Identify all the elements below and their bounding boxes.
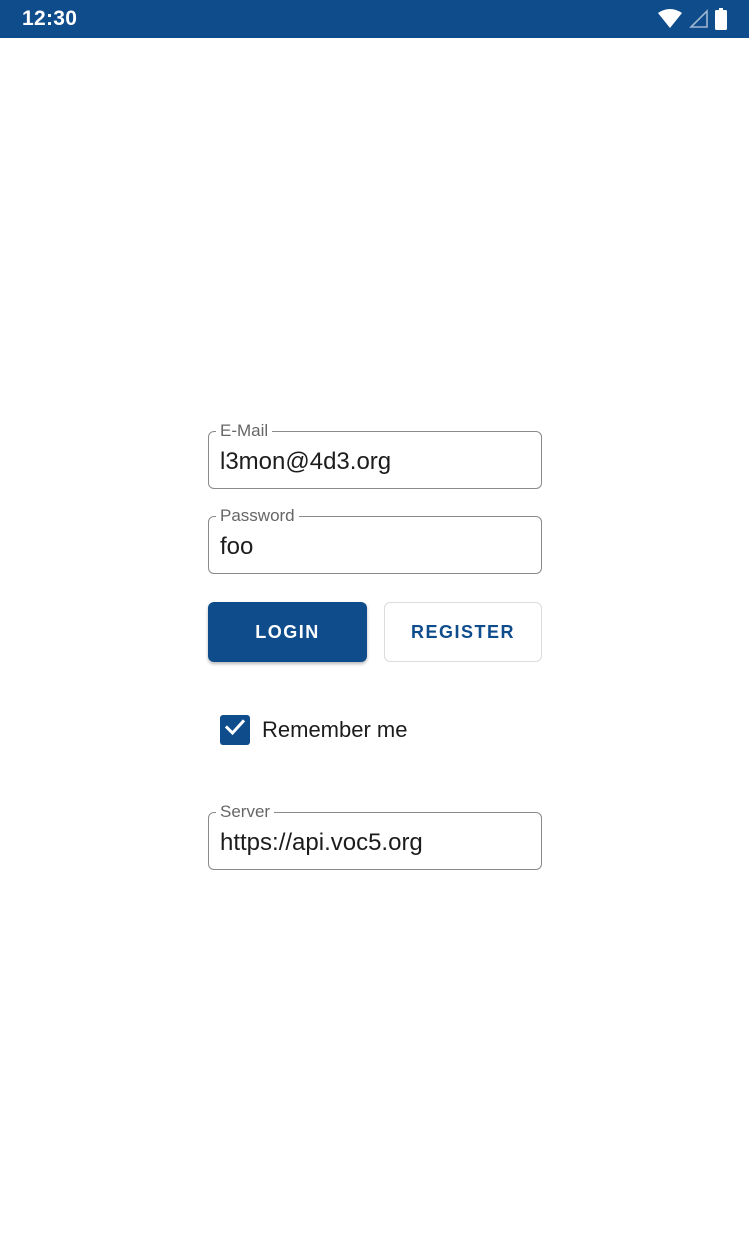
email-field-value: l3mon@4d3.org: [220, 448, 392, 475]
server-field-value: https://api.voc5.org: [220, 829, 423, 856]
remember-me-row[interactable]: Remember me: [220, 714, 407, 745]
server-field-label: Server: [216, 802, 275, 822]
status-icons: [657, 8, 727, 30]
register-button[interactable]: REGISTER: [384, 602, 542, 662]
status-time: 12:30: [22, 7, 78, 30]
remember-me-label[interactable]: Remember me: [262, 717, 407, 743]
battery-icon: [715, 8, 727, 30]
login-button[interactable]: LOGIN: [208, 602, 367, 662]
password-field-value: foo: [220, 533, 254, 560]
password-field[interactable]: Password foo: [208, 506, 542, 574]
server-field[interactable]: Server https://api.voc5.org: [208, 802, 542, 870]
checkmark-icon: [224, 716, 246, 743]
email-field[interactable]: E-Mail l3mon@4d3.org: [208, 421, 542, 489]
status-bar: 12:30: [0, 0, 749, 38]
password-field-label: Password: [216, 506, 299, 526]
wifi-icon: [657, 9, 683, 29]
email-field-label: E-Mail: [216, 421, 273, 441]
remember-me-checkbox[interactable]: [220, 714, 250, 745]
cellular-signal-icon: [689, 9, 709, 29]
